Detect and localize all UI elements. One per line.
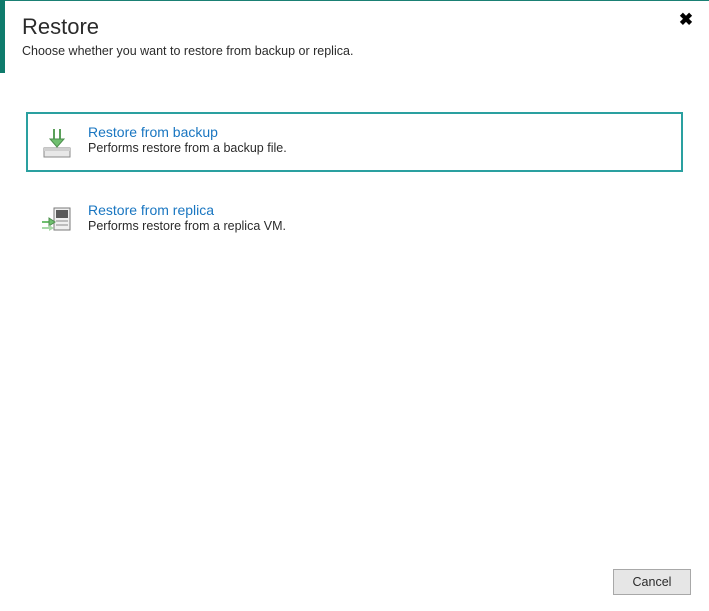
option-restore-from-backup[interactable]: Restore from backup Performs restore fro…: [26, 112, 683, 172]
option-title: Restore from backup: [88, 124, 287, 140]
dialog-title: Restore: [22, 14, 709, 40]
top-rule: [0, 0, 709, 1]
close-icon: ✖: [679, 11, 693, 28]
dialog-subtitle: Choose whether you want to restore from …: [22, 44, 709, 58]
close-button[interactable]: ✖: [677, 10, 695, 28]
cancel-button[interactable]: Cancel: [613, 569, 691, 595]
accent-bar: [0, 0, 5, 73]
restore-backup-icon: [40, 126, 74, 160]
option-restore-from-replica[interactable]: Restore from replica Performs restore fr…: [26, 190, 683, 250]
dialog-header: Restore Choose whether you want to resto…: [0, 0, 709, 58]
dialog-footer: Cancel: [613, 569, 691, 595]
restore-replica-icon: [40, 204, 74, 238]
option-title: Restore from replica: [88, 202, 286, 218]
restore-options: Restore from backup Performs restore fro…: [26, 112, 683, 250]
option-description: Performs restore from a replica VM.: [88, 219, 286, 233]
option-text: Restore from replica Performs restore fr…: [88, 202, 286, 233]
option-text: Restore from backup Performs restore fro…: [88, 124, 287, 155]
option-description: Performs restore from a backup file.: [88, 141, 287, 155]
